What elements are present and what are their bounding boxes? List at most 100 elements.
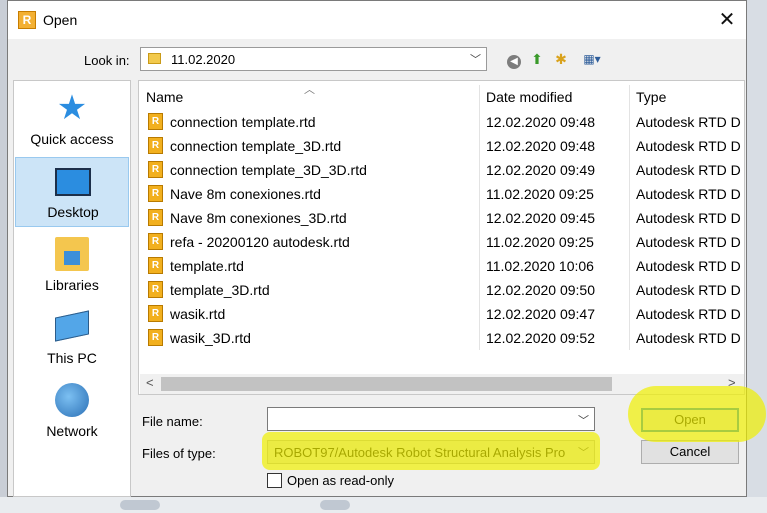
view-menu-button[interactable]: ▦▾ (577, 49, 607, 69)
file-type: Autodesk RTD D (636, 306, 741, 322)
horizontal-scrollbar[interactable]: < > (140, 374, 744, 394)
back-button[interactable]: ◀ (505, 49, 523, 69)
look-in-label: Look in: (84, 53, 130, 68)
scroll-right-icon[interactable]: > (728, 375, 736, 390)
rtd-file-icon: R (148, 305, 163, 322)
dialog-title: Open (43, 12, 78, 28)
place-label: Libraries (45, 277, 99, 293)
files-of-type-label: Files of type: (142, 446, 216, 461)
background-window-bottom (0, 497, 767, 513)
rtd-file-icon: R (148, 257, 163, 274)
rtd-file-icon: R (148, 209, 163, 226)
file-name: template_3D.rtd (170, 282, 270, 298)
look-in-dropdown[interactable]: 11.02.2020 ﹀ (140, 47, 487, 71)
scrollbar-thumb[interactable] (161, 377, 612, 391)
rtd-file-icon: R (148, 185, 163, 202)
file-name: wasik_3D.rtd (170, 330, 251, 346)
file-type: Autodesk RTD D (636, 162, 741, 178)
place-label: This PC (47, 350, 97, 366)
file-date: 12.02.2020 09:48 (486, 138, 595, 154)
file-list: ︿ Name Date modified Type R connection t… (138, 80, 745, 395)
files-of-type-dropdown[interactable]: ROBOT97/Autodesk Robot Structural Analys… (267, 440, 595, 464)
file-row[interactable]: R wasik.rtd 12.02.2020 09:47 Autodesk RT… (139, 302, 744, 326)
file-row[interactable]: R Nave 8m conexiones.rtd 11.02.2020 09:2… (139, 182, 744, 206)
file-date: 11.02.2020 09:25 (486, 186, 594, 202)
read-only-checkbox[interactable] (267, 473, 282, 488)
up-folder-button[interactable]: ⬆ (528, 49, 546, 69)
rtd-file-icon: R (148, 281, 163, 298)
file-type: Autodesk RTD D (636, 210, 741, 226)
chevron-down-icon[interactable]: ﹀ (578, 412, 589, 428)
place-label: Quick access (30, 131, 114, 147)
file-row[interactable]: R connection template_3D_3D.rtd 12.02.20… (139, 158, 744, 182)
view-menu-icon: ▦▾ (583, 52, 601, 66)
place-desktop[interactable]: Desktop (15, 157, 129, 227)
file-row[interactable]: R connection template_3D.rtd 12.02.2020 … (139, 134, 744, 158)
file-name: connection template_3D_3D.rtd (170, 162, 367, 178)
place-quick-access[interactable]: ★ Quick access (15, 85, 129, 155)
open-button[interactable]: Open (641, 408, 739, 432)
file-row[interactable]: R refa - 20200120 autodesk.rtd 11.02.202… (139, 230, 744, 254)
desktop-icon (55, 168, 91, 196)
rtd-file-icon: R (148, 113, 163, 130)
computer-icon (55, 310, 89, 342)
places-bar: ★ Quick access Desktop Libraries This PC… (13, 80, 131, 497)
place-this-pc[interactable]: This PC (15, 304, 129, 374)
file-name: Nave 8m conexiones_3D.rtd (170, 210, 347, 226)
column-header-type[interactable]: Type (636, 89, 666, 105)
star-icon: ★ (56, 89, 88, 127)
rtd-file-icon: R (148, 233, 163, 250)
title-bar[interactable]: R Open ✕ (8, 1, 746, 39)
place-libraries[interactable]: Libraries (15, 231, 129, 301)
file-row[interactable]: R template.rtd 11.02.2020 10:06 Autodesk… (139, 254, 744, 278)
place-label: Network (46, 423, 98, 439)
robot-app-icon: R (18, 11, 36, 29)
open-dialog: R Open ✕ Look in: 11.02.2020 ﹀ ◀ ⬆ ✱ ▦▾ … (7, 0, 747, 497)
file-type: Autodesk RTD D (636, 138, 741, 154)
file-date: 12.02.2020 09:47 (486, 306, 595, 322)
folder-icon (148, 53, 161, 64)
file-date: 12.02.2020 09:45 (486, 210, 595, 226)
scroll-left-icon[interactable]: < (146, 375, 154, 390)
rtd-file-icon: R (148, 161, 163, 178)
sort-caret-icon: ︿ (304, 84, 315, 96)
file-type: Autodesk RTD D (636, 258, 741, 274)
back-icon: ◀ (507, 55, 521, 69)
new-folder-button[interactable]: ✱ (552, 49, 570, 69)
file-name: connection template_3D.rtd (170, 138, 342, 154)
column-header-date[interactable]: Date modified (486, 89, 572, 105)
chevron-down-icon[interactable]: ﹀ (470, 51, 481, 67)
file-date: 11.02.2020 09:25 (486, 234, 594, 250)
file-row[interactable]: R Nave 8m conexiones_3D.rtd 12.02.2020 0… (139, 206, 744, 230)
place-network[interactable]: Network (15, 377, 129, 447)
libraries-icon (55, 237, 89, 271)
files-of-type-value: ROBOT97/Autodesk Robot Structural Analys… (274, 445, 566, 460)
file-type: Autodesk RTD D (636, 330, 741, 346)
file-name: refa - 20200120 autodesk.rtd (170, 234, 350, 250)
close-button[interactable]: ✕ (713, 7, 741, 33)
rtd-file-icon: R (148, 137, 163, 154)
look-in-value: 11.02.2020 (171, 52, 236, 67)
file-name: wasik.rtd (170, 306, 226, 322)
cancel-button[interactable]: Cancel (641, 440, 739, 464)
file-date: 12.02.2020 09:50 (486, 282, 595, 298)
up-folder-icon: ⬆ (531, 51, 543, 67)
file-type: Autodesk RTD D (636, 186, 741, 202)
file-row[interactable]: R wasik_3D.rtd 12.02.2020 09:52 Autodesk… (139, 326, 744, 350)
read-only-label: Open as read-only (287, 473, 394, 488)
file-type: Autodesk RTD D (636, 234, 741, 250)
file-row[interactable]: R connection template.rtd 12.02.2020 09:… (139, 110, 744, 134)
new-folder-icon: ✱ (555, 51, 567, 67)
rtd-file-icon: R (148, 329, 163, 346)
file-date: 12.02.2020 09:48 (486, 114, 595, 130)
file-row[interactable]: R template_3D.rtd 12.02.2020 09:50 Autod… (139, 278, 744, 302)
file-name-label: File name: (142, 414, 203, 429)
place-label: Desktop (47, 204, 99, 220)
file-type: Autodesk RTD D (636, 114, 741, 130)
column-header-name[interactable]: Name (146, 89, 183, 105)
chevron-down-icon[interactable]: ﹀ (578, 444, 589, 460)
file-type: Autodesk RTD D (636, 282, 741, 298)
file-name-input[interactable]: ﹀ (267, 407, 595, 431)
file-name: connection template.rtd (170, 114, 316, 130)
file-date: 11.02.2020 10:06 (486, 258, 594, 274)
